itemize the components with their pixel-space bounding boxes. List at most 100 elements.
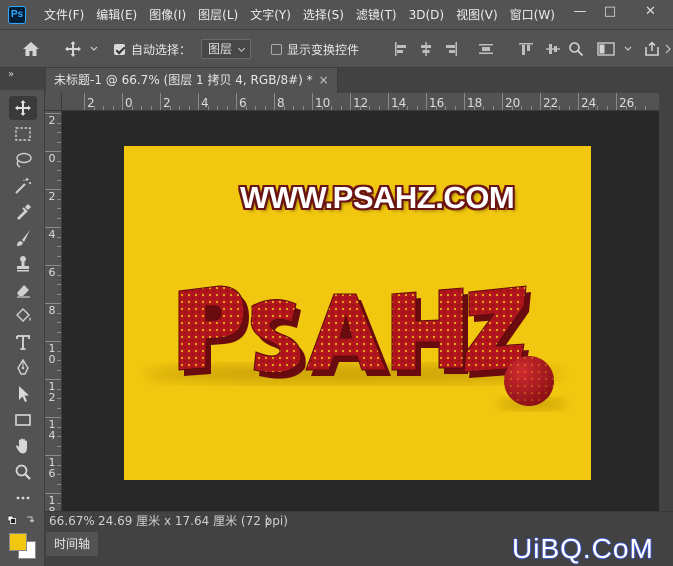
close-window-button[interactable]: ✕	[628, 0, 673, 22]
show-transform-label: 显示变换控件	[287, 42, 360, 57]
home-icon[interactable]	[22, 30, 40, 68]
move-tool-preset-icon[interactable]	[64, 30, 82, 68]
ruler-label: 2	[48, 114, 56, 127]
zoom-tool[interactable]	[9, 460, 37, 484]
ruler-subtick	[644, 106, 646, 110]
ruler-tick	[464, 93, 465, 110]
vertical-scrollbar[interactable]	[659, 93, 673, 511]
ruler-subtick	[57, 474, 61, 475]
minimize-button[interactable]: —	[565, 0, 595, 22]
menu-3d[interactable]: 3D(D)	[403, 0, 450, 30]
align-right-icon[interactable]	[443, 30, 459, 68]
marquee-tool[interactable]	[9, 122, 37, 146]
photoshop-logo-icon: Ps	[8, 5, 26, 24]
ruler-tick	[274, 93, 275, 110]
ruler-label: 2	[87, 96, 95, 110]
ruler-subtick	[407, 106, 408, 110]
menu-filter[interactable]: 滤镜(T)	[350, 0, 403, 30]
auto-select-target-dropdown[interactable]: 图层	[201, 39, 252, 59]
menu-view[interactable]: 视图(V)	[450, 0, 504, 30]
ruler-subtick	[57, 141, 61, 143]
collapse-panel-icon[interactable]: »	[8, 69, 14, 80]
ruler-subtick	[255, 106, 256, 110]
align-center-icon[interactable]	[418, 30, 434, 68]
timeline-tab[interactable]: 时间轴	[46, 532, 99, 556]
align-middle-icon[interactable]	[545, 30, 561, 68]
paint-bucket-tool[interactable]	[9, 304, 37, 328]
workspace-chevron-icon[interactable]	[624, 30, 632, 68]
chevron-down-icon[interactable]	[90, 30, 98, 68]
ruler-subtick	[57, 236, 61, 238]
document-info: 24.69 厘米 x 17.64 厘米 (72 ppi)	[98, 514, 288, 528]
distribute-icon[interactable]	[478, 30, 494, 68]
menu-layer[interactable]: 图层(L)	[192, 0, 244, 30]
menu-window[interactable]: 窗口(W)	[504, 0, 561, 30]
ruler-label: 22	[543, 96, 559, 110]
horizontal-ruler[interactable]: 2 0 2 4 6 8 10 12 14 16 18 20 22 24 26	[62, 93, 659, 111]
ruler-label: 8	[48, 304, 56, 317]
ruler-subtick	[217, 106, 218, 110]
ruler-label: 6	[239, 96, 247, 110]
restore-button[interactable]: □	[595, 0, 625, 22]
ruler-label: 12	[353, 96, 369, 110]
foreground-color-swatch[interactable]	[9, 533, 27, 551]
menu-file[interactable]: 文件(F)	[38, 0, 90, 30]
more-tools[interactable]	[9, 486, 37, 510]
ruler-subtick	[635, 106, 636, 110]
move-icon	[15, 100, 31, 116]
brush-icon	[17, 230, 30, 246]
status-bar: 66.67% 24.69 厘米 x 17.64 厘米 (72 ppi) 〉	[45, 511, 673, 530]
vertical-ruler[interactable]: 2 0 2 4 6 8 1 0 1 2 1 4 1 6 1 8	[45, 111, 62, 511]
type-icon	[16, 335, 30, 350]
ruler-origin[interactable]	[45, 93, 62, 111]
default-colors-icon[interactable]	[7, 515, 36, 528]
url-headline-text: WWW.PSAHZ.COM	[240, 180, 515, 215]
status-menu-arrow-icon[interactable]: 〉	[265, 512, 277, 530]
zoom-level-field[interactable]: 66.67%	[45, 512, 95, 530]
menu-edit[interactable]: 编辑(E)	[90, 0, 143, 30]
path-selection-tool[interactable]	[9, 382, 37, 406]
ruler-tick	[312, 93, 313, 110]
auto-select-checkbox[interactable]	[114, 30, 125, 68]
ruler-subtick	[606, 106, 608, 110]
hand-tool[interactable]	[9, 434, 37, 458]
rectangle-tool[interactable]	[9, 408, 37, 432]
ruler-subtick	[57, 331, 61, 333]
clone-stamp-tool[interactable]	[9, 252, 37, 276]
align-top-icon[interactable]	[518, 30, 534, 68]
show-transform-checkbox[interactable]	[271, 30, 282, 68]
menu-image[interactable]: 图像(I)	[143, 0, 192, 30]
document-tab[interactable]: 未标题-1 @ 66.7% (图层 1 拷贝 4, RGB/8#) * ×	[46, 68, 338, 93]
menu-type[interactable]: 文字(Y)	[244, 0, 297, 30]
eraser-tool[interactable]	[9, 278, 37, 302]
ruler-subtick	[597, 106, 598, 110]
menu-select[interactable]: 选择(S)	[297, 0, 350, 30]
align-left-icon[interactable]	[393, 30, 409, 68]
share-icon[interactable]	[643, 30, 661, 68]
brush-tool[interactable]	[9, 226, 37, 250]
more-icon	[16, 496, 30, 500]
ruler-subtick	[57, 208, 61, 209]
ruler-subtick	[57, 246, 61, 247]
toolbar-header	[0, 68, 45, 90]
ruler-label: 24	[581, 96, 597, 110]
ruler-subtick	[57, 322, 61, 323]
hand-icon	[15, 438, 27, 454]
ruler-subtick	[293, 106, 294, 110]
ruler-subtick	[57, 407, 61, 409]
search-icon[interactable]	[568, 30, 584, 68]
move-tool[interactable]	[9, 96, 37, 120]
document-canvas[interactable]: WWW.PSAHZ.COM	[124, 146, 591, 480]
options-overflow-icon[interactable]	[664, 30, 672, 68]
type-tool[interactable]	[9, 330, 37, 354]
ruler-subtick	[57, 483, 61, 485]
workspace-icon[interactable]	[597, 30, 615, 68]
ruler-label: 14	[391, 96, 407, 110]
ruler-subtick	[103, 106, 104, 110]
pen-icon	[17, 359, 29, 375]
close-tab-icon[interactable]: ×	[319, 73, 329, 87]
eyedropper-tool[interactable]	[9, 200, 37, 224]
magic-wand-tool[interactable]	[9, 174, 37, 198]
pen-tool[interactable]	[9, 356, 37, 380]
lasso-tool[interactable]	[9, 148, 37, 172]
